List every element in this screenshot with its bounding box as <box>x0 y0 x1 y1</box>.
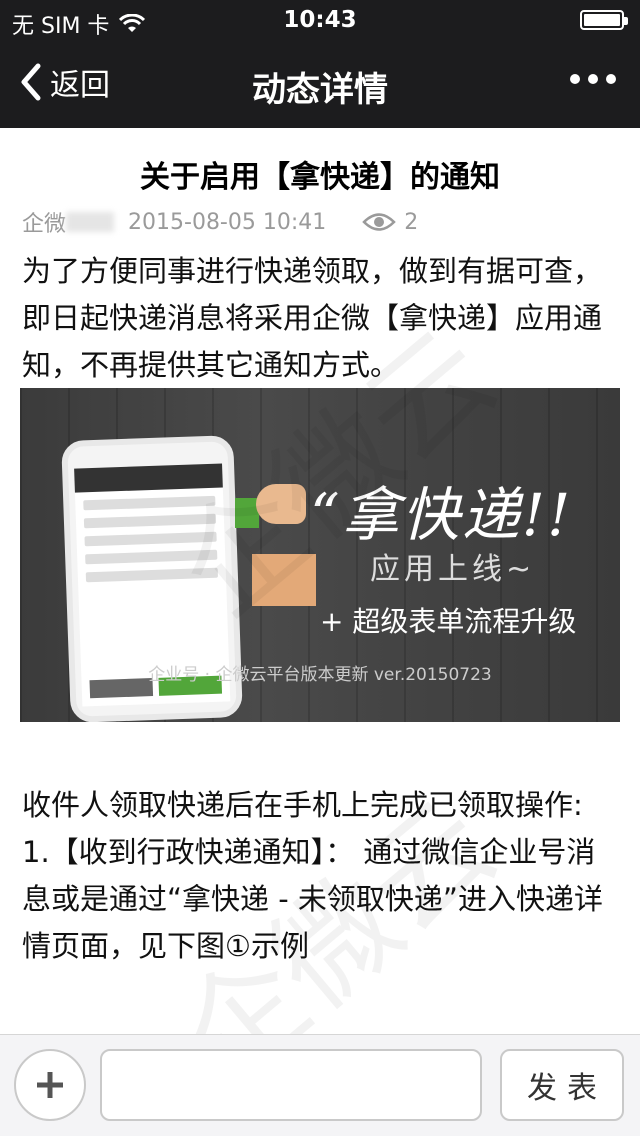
article-paragraph-line: 1.【收到行政快递通知】： 通过微信企业号消息或是通过“拿快递 - 未领取快递”… <box>22 835 603 963</box>
publish-date: 2015-08-05 10:41 <box>128 209 327 235</box>
comment-input[interactable] <box>100 1049 482 1121</box>
article-title: 关于启用【拿快递】的通知 <box>140 160 500 195</box>
view-count-value: 2 <box>404 209 419 235</box>
send-button[interactable]: 发表 <box>500 1049 624 1121</box>
article-banner-image[interactable]: “拿快递!! 应用上线~ + 超级表单流程升级 企业号 · 企微云平台版本更新 … <box>20 388 620 722</box>
add-attachment-button[interactable] <box>14 1049 86 1121</box>
more-options-icon[interactable] <box>570 74 616 84</box>
package-illustration <box>252 554 316 606</box>
article-content[interactable]: 关于启用【拿快递】的通知 企微 2015-08-05 10:41 2 为了方便同… <box>0 128 640 1034</box>
author-name-obscured <box>66 212 115 232</box>
banner-feature-line: + 超级表单流程升级 <box>320 605 577 638</box>
comment-bar: 发表 <box>0 1034 640 1136</box>
author-name: 企微 <box>22 212 67 237</box>
status-bar: 无 SIM 卡 10:43 <box>0 0 640 40</box>
banner-footer: 企业号 · 企微云平台版本更新 ver.20150723 <box>148 665 492 685</box>
banner-headline: “拿快递!! <box>310 481 573 549</box>
article-meta: 企微 2015-08-05 10:41 2 <box>22 206 418 238</box>
page-title: 动态详情 <box>252 70 388 110</box>
article-paragraph-line: 收件人领取快递后在手机上完成已领取操作: <box>22 788 583 822</box>
battery-icon <box>580 10 628 30</box>
banner-subline: 应用上线~ <box>370 552 536 587</box>
eye-icon <box>362 213 397 231</box>
view-count: 2 <box>362 210 418 235</box>
article-paragraph: 收件人领取快递后在手机上完成已领取操作: 1.【收到行政快递通知】： 通过微信企… <box>22 782 620 970</box>
status-time: 10:43 <box>283 7 357 33</box>
article-paragraph: 为了方便同事进行快递领取，做到有据可查，即日起快递消息将采用企微【拿快递】应用通… <box>22 254 603 382</box>
navigation-bar: 返回 动态详情 <box>0 40 640 128</box>
